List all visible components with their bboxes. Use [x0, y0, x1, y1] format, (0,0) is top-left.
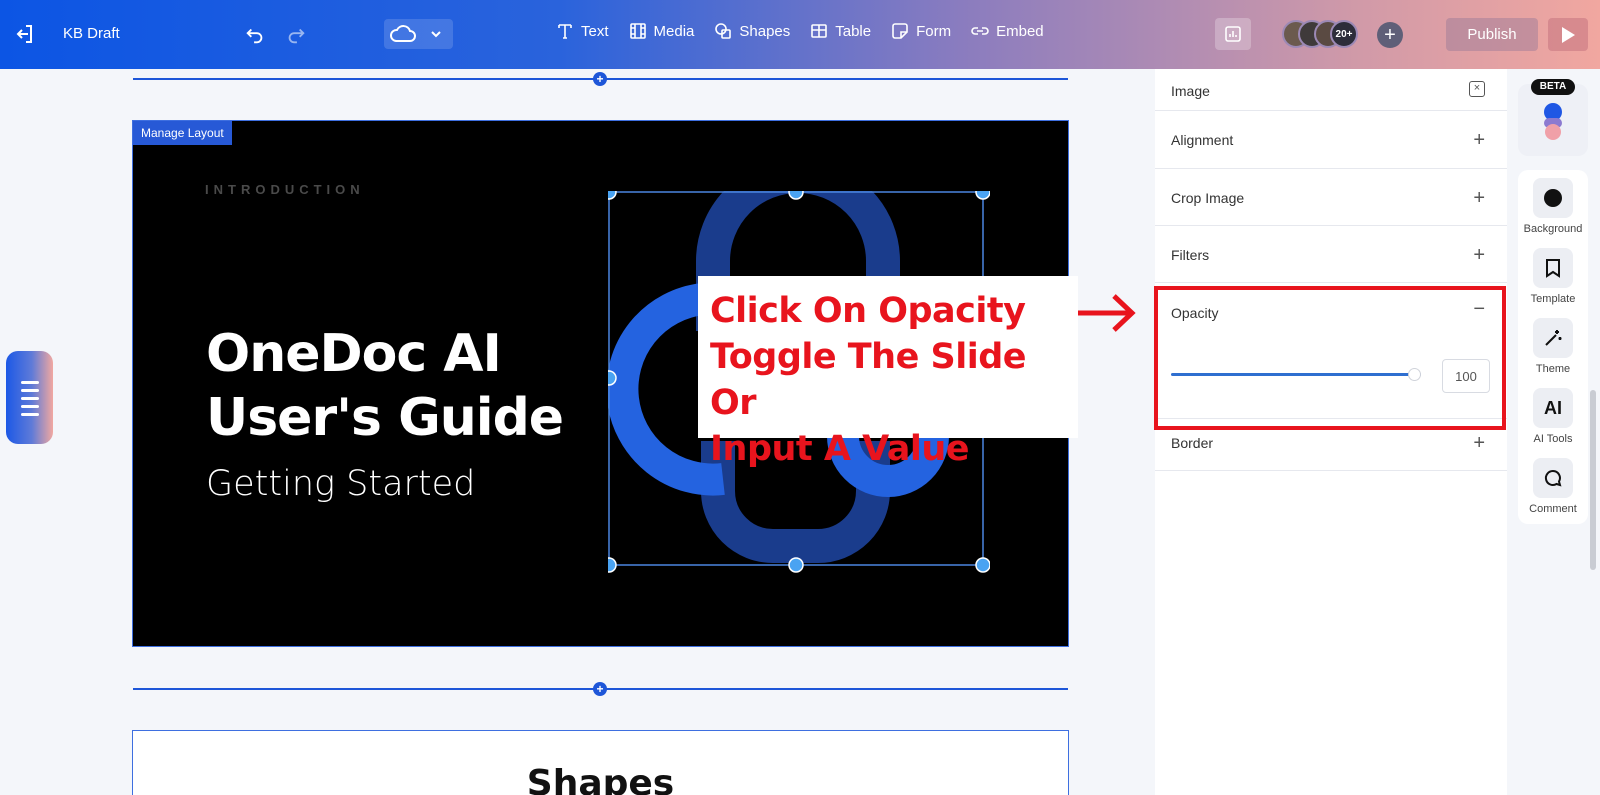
page-scrollbar[interactable]: [1590, 390, 1596, 570]
manage-layout-button[interactable]: Manage Layout: [133, 121, 232, 145]
section-alignment[interactable]: Alignment +: [1155, 111, 1507, 169]
section-label: Border: [1171, 435, 1214, 451]
document-title[interactable]: KB Draft: [63, 25, 120, 42]
slide-title: Shapes: [526, 763, 675, 795]
rail-background[interactable]: Background: [1518, 178, 1588, 235]
rail-template[interactable]: Template: [1518, 248, 1588, 305]
callout-arrow-icon: [1078, 294, 1136, 332]
rail-ai-tools[interactable]: AI AI Tools: [1518, 388, 1588, 445]
background-icon: [1544, 189, 1562, 207]
section-label: Filters: [1171, 247, 1210, 263]
add-collaborator-button[interactable]: +: [1377, 22, 1403, 48]
tool-embed[interactable]: Embed: [971, 22, 1044, 40]
ai-icon: AI: [1544, 397, 1562, 418]
play-icon: [1562, 26, 1575, 43]
analytics-icon: [1225, 26, 1241, 42]
callout-line: Click On Opacity: [710, 291, 1026, 331]
tool-media[interactable]: Media: [629, 22, 695, 40]
tool-table-label: Table: [835, 22, 872, 40]
media-icon: [629, 23, 646, 39]
tool-shapes[interactable]: Shapes: [714, 22, 790, 40]
section-label: Alignment: [1171, 132, 1234, 148]
tutorial-highlight-box: [1154, 286, 1506, 430]
slide-title-line: OneDoc AI: [206, 324, 502, 384]
undo-icon[interactable]: [244, 24, 266, 46]
cloud-save-button[interactable]: [384, 19, 453, 49]
beta-badge: BETA: [1531, 79, 1575, 95]
text-icon: [558, 24, 572, 39]
tool-shapes-label: Shapes: [739, 22, 791, 40]
slide-title-line: User's Guide: [206, 388, 564, 448]
tool-embed-label: Embed: [996, 22, 1044, 40]
magic-wand-icon: [1545, 330, 1562, 346]
expand-icon[interactable]: +: [1473, 130, 1485, 150]
exit-icon[interactable]: [12, 22, 36, 46]
slide-kicker: INTRODUCTION: [205, 182, 365, 197]
tool-media-label: Media: [653, 22, 695, 40]
panel-title: Image: [1171, 83, 1210, 99]
add-section-button[interactable]: +: [593, 682, 607, 696]
add-section-button[interactable]: +: [593, 72, 607, 86]
section-label: Crop Image: [1171, 190, 1245, 206]
rail-label: Comment: [1529, 503, 1577, 515]
rail-label: AI Tools: [1533, 433, 1573, 445]
rail-label: Template: [1530, 293, 1576, 305]
callout-line: Toggle The Slide Or: [710, 337, 1027, 423]
rail-label: Theme: [1535, 363, 1571, 375]
expand-icon[interactable]: +: [1473, 245, 1485, 265]
rail-comment[interactable]: Comment: [1518, 458, 1588, 515]
menu-bar: [21, 413, 39, 416]
image-properties-panel: Image × Alignment + Crop Image + Filters…: [1155, 69, 1507, 795]
slide-shapes[interactable]: Shapes: [132, 730, 1069, 795]
rail-label: Background: [1523, 223, 1583, 235]
shapes-icon: [715, 23, 732, 39]
table-icon: [811, 24, 828, 38]
rail-theme[interactable]: Theme: [1518, 318, 1588, 375]
embed-icon: [971, 27, 989, 35]
slide-subtitle[interactable]: Getting Started: [206, 464, 475, 504]
panel-header: Image ×: [1155, 69, 1507, 111]
top-toolbar: KB Draft Text Media Shapes Table Form Em…: [0, 0, 1600, 69]
section-filters[interactable]: Filters +: [1155, 226, 1507, 283]
outline-panel-toggle[interactable]: [6, 351, 53, 444]
section-crop-image[interactable]: Crop Image +: [1155, 169, 1507, 226]
menu-bar: [21, 405, 39, 408]
tool-table[interactable]: Table: [810, 22, 871, 40]
comment-icon: [1544, 469, 1562, 487]
form-icon: [892, 23, 908, 39]
insert-toolbar: Text Media Shapes Table Form Embed: [556, 22, 1064, 40]
redo-icon[interactable]: [285, 24, 307, 46]
tool-text[interactable]: Text: [556, 22, 609, 40]
callout-line: Input A Value: [710, 429, 970, 469]
collaborator-count-badge: 20+: [1330, 20, 1358, 48]
cloud-icon: [390, 25, 416, 42]
tool-form[interactable]: Form: [891, 22, 951, 40]
tool-text-label: Text: [581, 22, 609, 40]
close-icon[interactable]: ×: [1469, 81, 1485, 97]
expand-icon[interactable]: +: [1473, 188, 1485, 208]
menu-bar: [21, 397, 39, 400]
bookmark-icon: [1546, 259, 1560, 278]
tutorial-callout: Click On Opacity Toggle The Slide Or Inp…: [698, 276, 1078, 469]
plus-icon: +: [1384, 24, 1396, 46]
analytics-button[interactable]: [1215, 18, 1251, 50]
slide-title[interactable]: OneDoc AI User's Guide: [206, 322, 564, 450]
expand-icon[interactable]: +: [1473, 433, 1485, 453]
publish-button[interactable]: Publish: [1446, 18, 1538, 51]
chevron-down-icon[interactable]: [429, 27, 443, 41]
tool-form-label: Form: [916, 22, 952, 40]
menu-bar: [21, 381, 39, 384]
preview-button[interactable]: [1548, 18, 1588, 51]
menu-bar: [21, 389, 39, 392]
